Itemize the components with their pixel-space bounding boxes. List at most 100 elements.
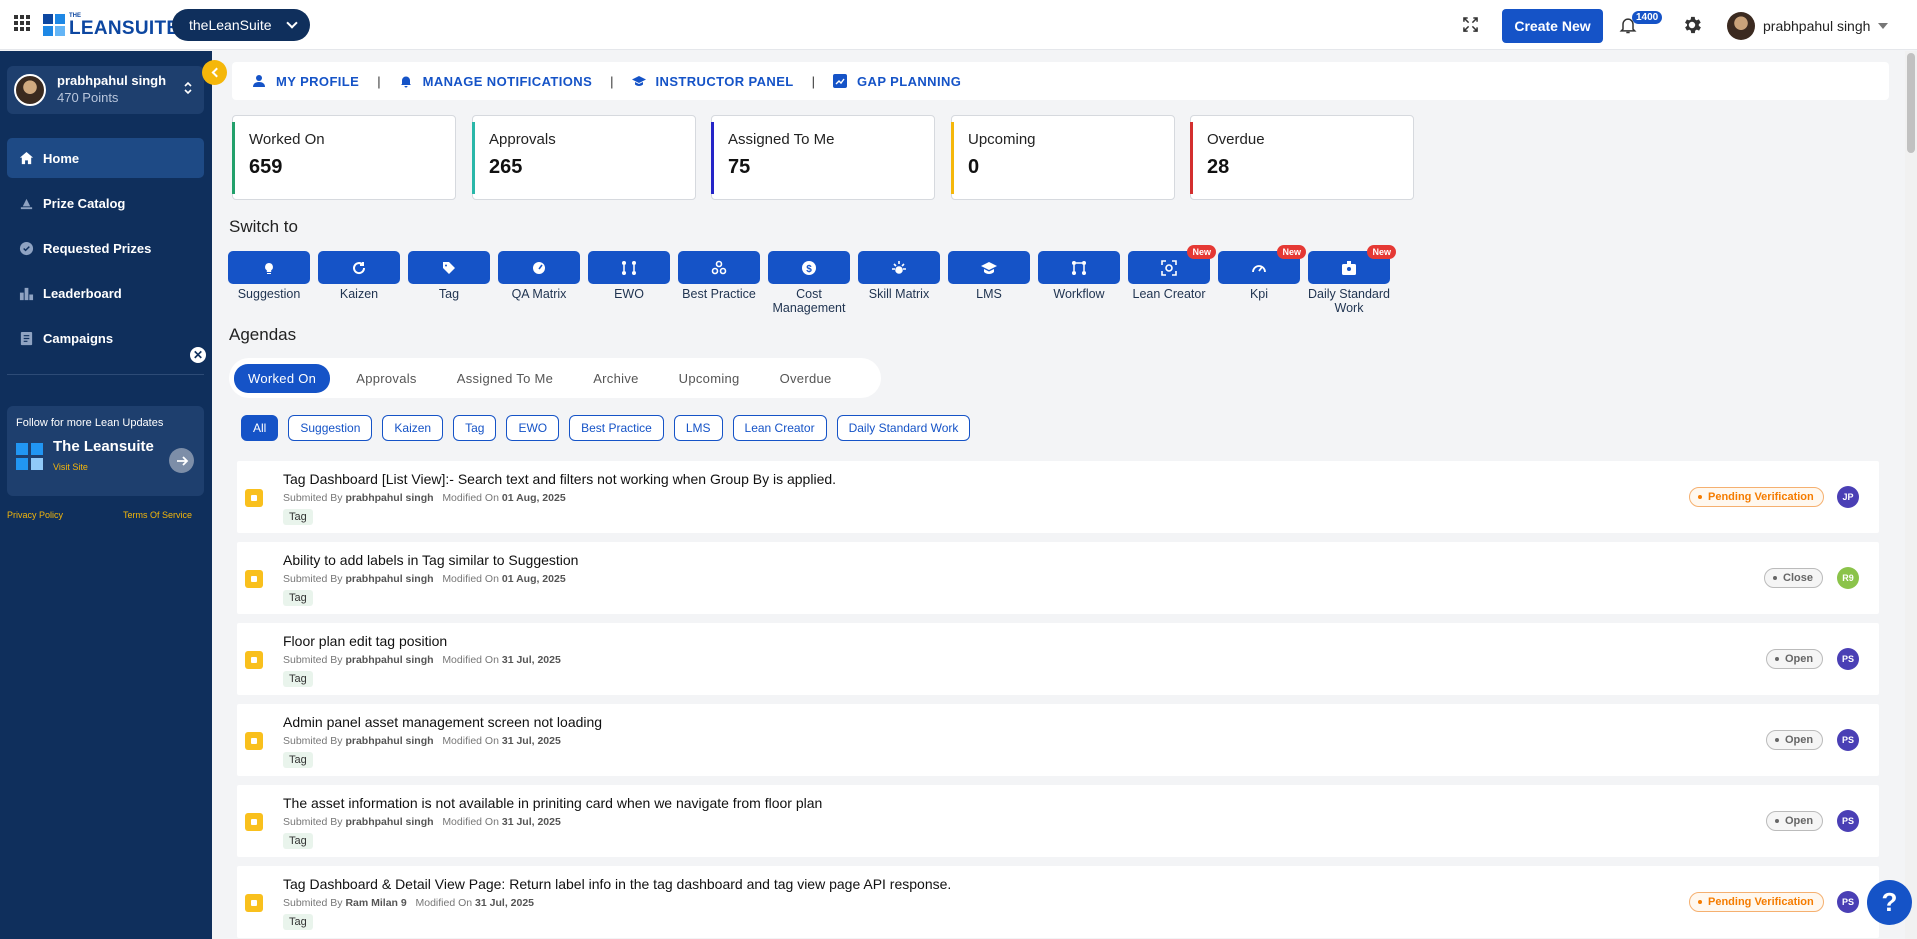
stat-card-overdue[interactable]: Overdue 28 xyxy=(1190,115,1414,200)
brand-name: The Leansuite xyxy=(53,438,154,455)
filter-chip-tag[interactable]: Tag xyxy=(453,415,497,441)
list-item[interactable]: Ability to add labels in Tag similar to … xyxy=(237,542,1879,614)
submitted-by-label: Submited By xyxy=(283,492,343,504)
module-kpi[interactable]: Kpi New xyxy=(1218,245,1306,302)
module-label: Kpi xyxy=(1249,287,1269,301)
organization-select-value: theLeanSuite xyxy=(189,17,272,33)
bell-icon xyxy=(400,76,411,88)
filter-chip-lms[interactable]: LMS xyxy=(673,415,723,441)
sidebar-nav: Home Prize Catalog Requested Prizes Lead… xyxy=(7,138,204,363)
module-label: Lean Creator xyxy=(1132,287,1206,301)
modified-on-label: Modified On xyxy=(442,573,499,585)
modified-on-label: Modified On xyxy=(442,735,499,747)
agenda-tabs: Worked On Approvals Assigned To Me Archi… xyxy=(229,358,881,398)
modified-date: 01 Aug, 2025 xyxy=(501,492,566,504)
stat-card-worked-on[interactable]: Worked On 659 xyxy=(232,115,456,200)
sidebar-item-prize-catalog[interactable]: Prize Catalog xyxy=(7,183,204,223)
app-grid-icon[interactable] xyxy=(14,15,30,31)
tab-worked-on[interactable]: Worked On xyxy=(234,363,331,393)
instructor-panel-link[interactable]: INSTRUCTOR PANEL xyxy=(631,74,794,89)
sidebar-item-home[interactable]: Home xyxy=(7,138,204,178)
visit-site-link[interactable]: Visit Site xyxy=(53,462,88,472)
status-text: Open xyxy=(1785,815,1814,827)
module-suggestion[interactable]: Suggestion xyxy=(228,251,310,302)
collapse-sidebar-button[interactable] xyxy=(202,60,227,85)
submitter-name: prabhpahul singh xyxy=(345,816,434,828)
help-button[interactable]: ? xyxy=(1867,880,1912,925)
fullscreen-icon[interactable] xyxy=(1463,17,1478,32)
scrollbar-thumb[interactable] xyxy=(1907,53,1915,153)
submitted-by-label: Submited By xyxy=(283,897,343,909)
terms-of-service-link[interactable]: Terms Of Service xyxy=(123,510,192,520)
gap-planning-link[interactable]: GAP PLANNING xyxy=(833,74,961,89)
sidebar-item-label: Prize Catalog xyxy=(43,195,126,211)
divider xyxy=(7,374,204,375)
filter-chip-best-practice[interactable]: Best Practice xyxy=(569,415,664,441)
filter-chip-all[interactable]: All xyxy=(241,415,279,441)
scrollbar[interactable] xyxy=(1905,51,1917,939)
switch-to-heading: Switch to xyxy=(229,217,298,236)
tab-approvals[interactable]: Approvals xyxy=(342,364,431,393)
profile-card[interactable]: prabhpahul singh 470 Points xyxy=(7,66,204,114)
user-menu[interactable]: prabhpahul singh xyxy=(1727,12,1889,40)
assignee-avatar: PS xyxy=(1837,891,1859,913)
module-best-practice[interactable]: Best Practice xyxy=(678,251,760,302)
module-tag[interactable]: Tag xyxy=(408,251,490,302)
manage-notifications-link[interactable]: MANAGE NOTIFICATIONS xyxy=(399,74,593,89)
assignee-avatar: PS xyxy=(1837,729,1859,751)
separator: | xyxy=(377,73,381,89)
filter-chip-suggestion[interactable]: Suggestion xyxy=(288,415,373,441)
stat-label: Assigned To Me xyxy=(728,131,835,148)
tab-archive[interactable]: Archive xyxy=(579,364,652,393)
list-item[interactable]: The asset information is not available i… xyxy=(237,785,1879,857)
list-item[interactable]: Admin panel asset management screen not … xyxy=(237,704,1879,776)
close-icon[interactable]: ✕ xyxy=(189,346,207,364)
module-qa-matrix[interactable]: QA Matrix xyxy=(498,251,580,302)
settings-gear-icon[interactable] xyxy=(1681,14,1703,36)
modified-on-label: Modified On xyxy=(415,897,473,909)
spark-icon xyxy=(892,260,906,274)
arrow-right-icon[interactable] xyxy=(169,448,194,473)
create-new-button[interactable]: Create New xyxy=(1502,9,1603,43)
sidebar-item-campaigns[interactable]: Campaigns xyxy=(7,318,204,358)
organization-select[interactable]: theLeanSuite xyxy=(172,9,310,41)
leansuite-logo[interactable]: THE LEANSUITE xyxy=(43,13,179,38)
submitter-name: prabhpahul singh xyxy=(345,492,434,504)
speedometer-icon xyxy=(1252,264,1266,272)
tab-upcoming[interactable]: Upcoming xyxy=(665,364,754,393)
tab-assigned-to-me[interactable]: Assigned To Me xyxy=(443,364,567,393)
status-text: Pending Verification xyxy=(1708,896,1814,908)
filter-chip-daily-standard-work[interactable]: Daily Standard Work xyxy=(836,415,971,441)
stat-label: Approvals xyxy=(489,131,556,148)
module-ewo[interactable]: EWO xyxy=(588,251,670,302)
module-skill-matrix[interactable]: Skill Matrix xyxy=(858,251,940,302)
chevron-left-icon xyxy=(211,67,221,78)
chart-icon xyxy=(833,74,848,88)
sidebar-item-label: Requested Prizes xyxy=(43,240,152,256)
module-cost-management[interactable]: $ Cost Management xyxy=(768,251,850,316)
agendas-heading: Agendas xyxy=(229,325,297,344)
sidebar-item-requested-prizes[interactable]: Requested Prizes xyxy=(7,228,204,268)
module-kaizen[interactable]: Kaizen xyxy=(318,251,400,302)
list-item[interactable]: Floor plan edit tag position Submited By… xyxy=(237,623,1879,695)
module-lms[interactable]: LMS xyxy=(948,251,1030,302)
stat-card-assigned-to-me[interactable]: Assigned To Me 75 xyxy=(711,115,935,200)
person-icon xyxy=(253,75,265,87)
my-profile-link[interactable]: MY PROFILE xyxy=(252,74,359,89)
module-workflow[interactable]: Workflow xyxy=(1038,251,1120,302)
list-item[interactable]: Tag Dashboard & Detail View Page: Return… xyxy=(237,866,1879,938)
tab-overdue[interactable]: Overdue xyxy=(766,364,846,393)
module-daily-standard-work[interactable]: Daily Standard Work New xyxy=(1308,245,1396,316)
filter-chip-ewo[interactable]: EWO xyxy=(506,415,560,441)
filter-chip-lean-creator[interactable]: Lean Creator xyxy=(732,415,827,441)
module-lean-creator[interactable]: Lean Creator New xyxy=(1128,245,1216,302)
filter-chip-kaizen[interactable]: Kaizen xyxy=(382,415,444,441)
item-meta: Submited By prabhpahul singh Modified On… xyxy=(283,816,561,828)
stat-card-approvals[interactable]: Approvals 265 xyxy=(472,115,696,200)
module-label: Suggestion xyxy=(237,287,301,301)
privacy-policy-link[interactable]: Privacy Policy xyxy=(7,510,63,520)
list-item[interactable]: Tag Dashboard [List View]:- Search text … xyxy=(237,461,1879,533)
sidebar-item-leaderboard[interactable]: Leaderboard xyxy=(7,273,204,313)
stat-card-upcoming[interactable]: Upcoming 0 xyxy=(951,115,1175,200)
follow-title: Follow for more Lean Updates xyxy=(16,417,164,429)
